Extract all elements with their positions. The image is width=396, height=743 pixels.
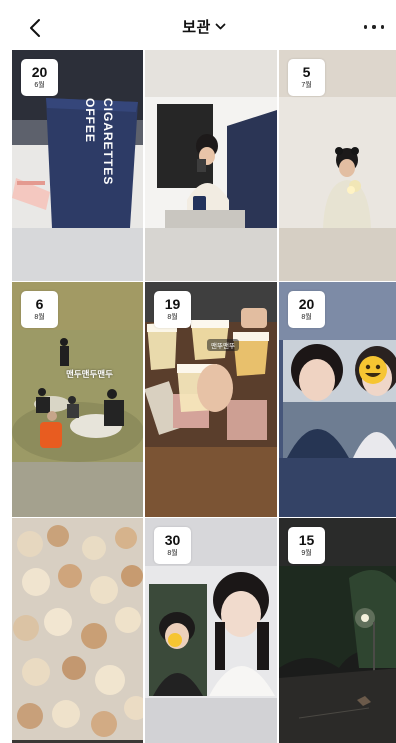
story-tile-7[interactable] [12, 518, 143, 743]
story-tile-9[interactable]: 15 9월 [279, 518, 396, 743]
top-bar: 보관 [12, 6, 396, 48]
story-caption: 맨두맨두맨두 [66, 369, 113, 379]
date-badge: 20 8월 [288, 291, 325, 328]
archive-type-dropdown[interactable]: 보관 [12, 16, 396, 37]
more-horizontal-icon [380, 25, 384, 29]
story-tile-3[interactable]: 5 7월 [279, 50, 396, 281]
date-badge: 15 9월 [288, 527, 325, 564]
date-badge: 6 8월 [21, 291, 58, 328]
more-horizontal-icon [372, 25, 376, 29]
story-tile-1[interactable]: OFFEE CIGARETTES 20 6월 [12, 50, 143, 281]
story-tile-6[interactable]: 20 8월 [279, 282, 396, 517]
story-tile-8[interactable]: 30 8월 [145, 518, 277, 743]
story-tile-4[interactable]: 맨두맨두맨두 6 8월 [12, 282, 143, 517]
story-thumbnail [145, 50, 277, 281]
cup-print-top: OFFEE [83, 98, 97, 144]
story-archive-grid: OFFEE CIGARETTES 20 6월 5 7월 맨두맨두맨두 6 8월 … [12, 50, 396, 743]
date-badge: 5 7월 [288, 59, 325, 96]
cup-print-bottom: CIGARETTES [101, 98, 115, 186]
date-badge: 20 6월 [21, 59, 58, 96]
story-tile-2[interactable] [145, 50, 277, 281]
date-badge: 30 8월 [154, 527, 191, 564]
page-title: 보관 [182, 19, 211, 36]
story-thumbnail [12, 518, 143, 743]
chevron-down-icon [215, 23, 226, 29]
more-horizontal-icon [364, 25, 368, 29]
story-tile-5[interactable]: 맨뚜맨뚜 19 8월 [145, 282, 277, 517]
story-sticker: 맨뚜맨뚜 [207, 339, 239, 351]
date-badge: 19 8월 [154, 291, 191, 328]
more-options-button[interactable] [364, 23, 384, 31]
archive-screen: 보관 OFFEE CIGARETTES 20 6월 5 7월 맨두맨두맨두 6 … [12, 6, 396, 743]
